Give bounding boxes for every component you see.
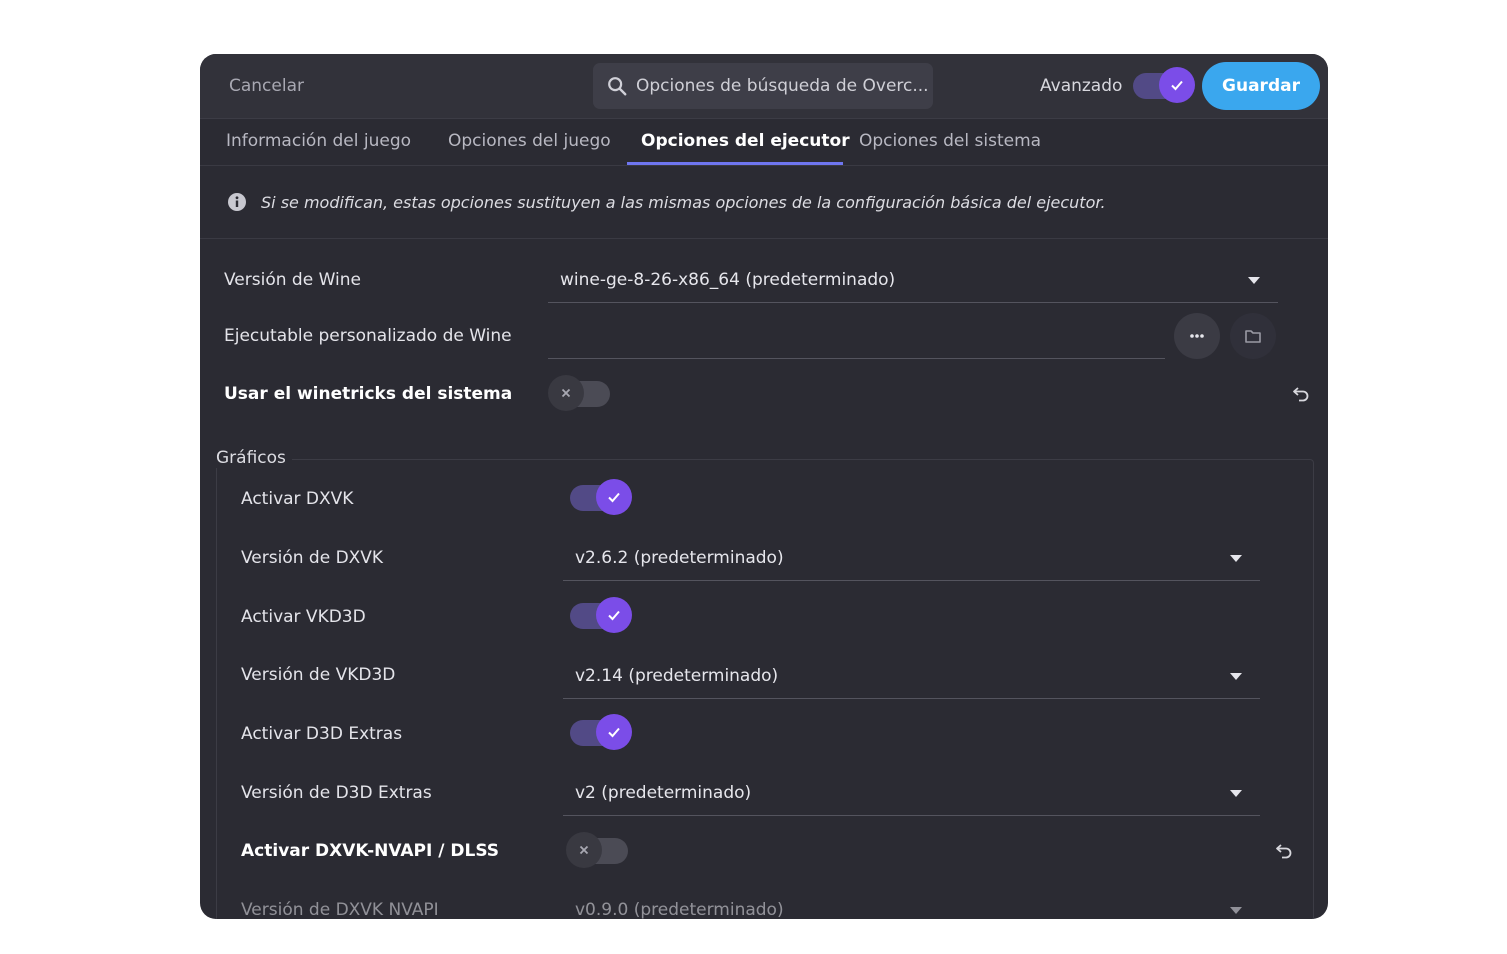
tab-game-info[interactable]: Información del juego [226,131,411,151]
header-bar: Cancelar Opciones de búsqueda de Overc..… [200,54,1328,119]
reset-icon[interactable] [1290,383,1312,405]
dxvk-nvapi-version-dropdown[interactable]: v0.9.0 (predeterminado) [563,888,1260,919]
chevron-down-icon [1230,907,1242,914]
save-button[interactable]: Guardar [1202,62,1320,110]
chevron-down-icon [1230,673,1242,680]
search-input-placeholder[interactable]: Opciones de búsqueda de Overc... [636,76,929,96]
d3d-extras-version-label: Versión de D3D Extras [241,783,432,803]
tab-system-options[interactable]: Opciones del sistema [859,131,1041,151]
switch-knob [566,832,602,868]
cancel-button[interactable]: Cancelar [229,76,304,96]
vkd3d-version-dropdown[interactable]: v2.14 (predeterminado) [563,654,1260,699]
winetricks-label: Usar el winetricks del sistema [224,384,513,404]
d3d-extras-version-value: v2 (predeterminado) [575,783,752,803]
d3d-extras-version-dropdown[interactable]: v2 (predeterminado) [563,771,1260,816]
d3d-extras-label: Activar D3D Extras [241,724,403,744]
more-options-button[interactable] [1174,313,1220,359]
vkd3d-version-label: Versión de VKD3D [241,665,396,685]
vkd3d-label: Activar VKD3D [241,607,366,627]
close-icon [579,845,589,855]
close-icon [561,388,571,398]
folder-icon [1245,330,1261,343]
dxvk-label: Activar DXVK [241,489,354,509]
dxvk-nvapi-label: Activar DXVK-NVAPI / DLSS [241,841,500,861]
info-banner: Si se modifican, estas opciones sustituy… [200,166,1328,239]
tab-bar: Información del juego Opciones del juego… [200,119,1328,166]
dxvk-nvapi-version-label: Versión de DXVK NVAPI [241,900,439,919]
switch-knob [596,714,632,750]
switch-knob [1159,67,1195,103]
search-icon [608,77,627,96]
custom-wine-exe-label: Ejecutable personalizado de Wine [224,326,512,346]
advanced-label: Avanzado [1040,76,1123,96]
dxvk-version-label: Versión de DXVK [241,548,384,568]
wine-version-dropdown[interactable]: wine-ge-8-26-x86_64 (predeterminado) [548,258,1278,303]
check-icon [1171,80,1183,91]
preferences-window: Cancelar Opciones de búsqueda de Overc..… [200,54,1328,919]
dxvk-switch[interactable] [570,479,632,515]
browse-folder-button[interactable] [1230,313,1276,359]
chevron-down-icon [1230,555,1242,562]
chevron-down-icon [1248,277,1260,284]
info-icon [228,193,246,211]
dxvk-nvapi-version-value: v0.9.0 (predeterminado) [575,900,784,919]
info-text: Si se modifican, estas opciones sustituy… [261,193,1106,212]
search-field[interactable]: Opciones de búsqueda de Overc... [593,63,933,109]
check-icon [608,492,620,503]
more-horizontal-icon [1190,334,1204,338]
d3d-extras-switch[interactable] [570,714,632,750]
graphics-section-title: Gráficos [210,448,292,468]
dxvk-version-value: v2.6.2 (predeterminado) [575,548,784,568]
advanced-switch[interactable] [1133,67,1195,103]
check-icon [608,610,620,621]
reset-icon[interactable] [1273,840,1295,862]
dxvk-version-dropdown[interactable]: v2.6.2 (predeterminado) [563,536,1260,581]
vkd3d-version-value: v2.14 (predeterminado) [575,666,779,686]
switch-knob [596,597,632,633]
wine-version-label: Versión de Wine [224,270,361,290]
check-icon [608,727,620,738]
dxvk-nvapi-switch[interactable] [566,832,628,868]
switch-knob [596,479,632,515]
tab-game-options[interactable]: Opciones del juego [448,131,611,151]
custom-wine-exe-input[interactable] [548,314,1165,359]
switch-knob [548,375,584,411]
vkd3d-switch[interactable] [570,597,632,633]
chevron-down-icon [1230,790,1242,797]
tab-runner-options[interactable]: Opciones del ejecutor [641,131,850,151]
wine-version-value: wine-ge-8-26-x86_64 (predeterminado) [560,270,896,290]
winetricks-switch[interactable] [548,375,610,411]
active-tab-indicator [627,162,843,165]
